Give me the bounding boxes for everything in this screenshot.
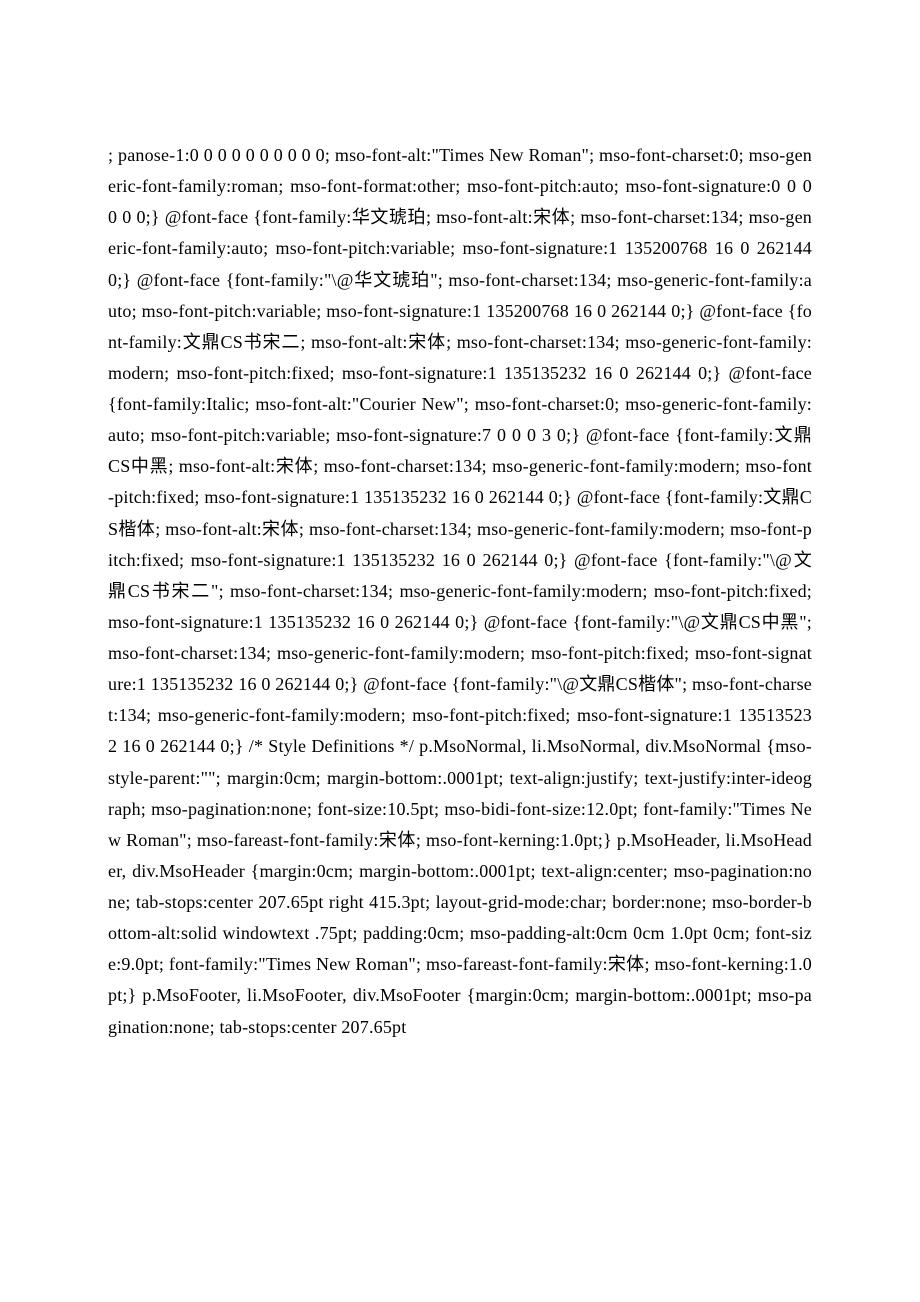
document-page: ; panose-1:0 0 0 0 0 0 0 0 0 0; mso-font… [0, 0, 920, 1302]
document-body-text: ; panose-1:0 0 0 0 0 0 0 0 0 0; mso-font… [108, 140, 812, 1043]
